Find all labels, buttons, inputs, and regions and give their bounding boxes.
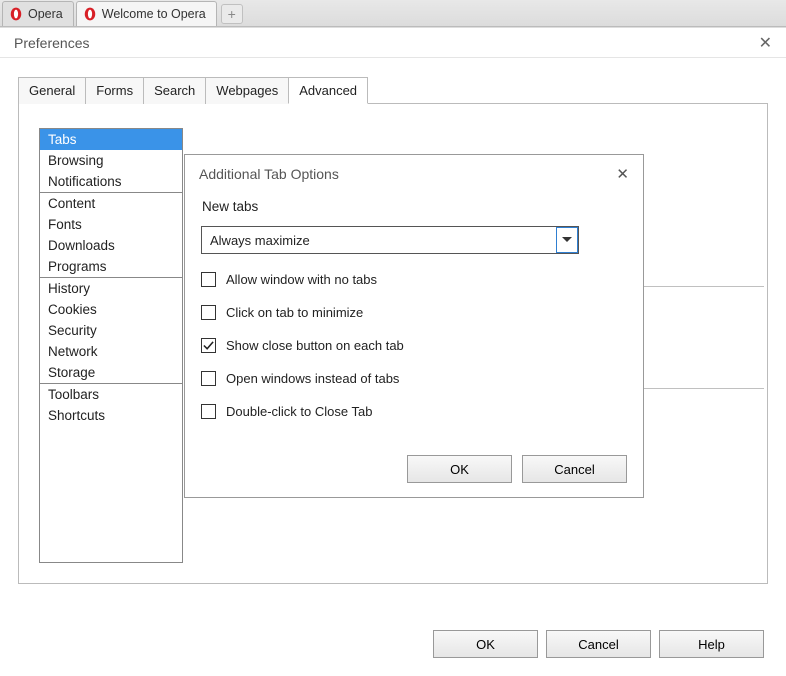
checkbox-label: Double-click to Close Tab [226,404,372,419]
dialog-footer: OK Cancel [185,449,643,497]
select-value: Always maximize [210,233,310,248]
sidebar-item-history[interactable]: History [40,278,182,299]
sidebar-item-label: Network [48,344,98,359]
new-tabs-select[interactable]: Always maximize [201,226,579,254]
close-icon[interactable]: ✕ [759,33,772,53]
button-label: Help [698,637,725,652]
checkbox-double-click-close[interactable] [201,404,216,419]
checkbox-label: Click on tab to minimize [226,305,363,320]
browser-tab-strip: Opera Welcome to Opera + [0,0,786,27]
sidebar-item-cookies[interactable]: Cookies [40,299,182,320]
prefs-footer: OK Cancel Help [433,630,764,658]
checkbox-label: Show close button on each tab [226,338,404,353]
dialog-header: Additional Tab Options ✕ [185,155,643,193]
additional-tab-options-dialog: Additional Tab Options ✕ New tabs Always… [184,154,644,498]
checkbox-row: Double-click to Close Tab [201,404,627,419]
preferences-window: Preferences ✕ General Forms Search Webpa… [0,27,786,676]
ok-button[interactable]: OK [433,630,538,658]
sidebar-item-label: Cookies [48,302,97,317]
sidebar-item-notifications[interactable]: Notifications [40,171,182,192]
button-label: OK [476,637,495,652]
help-button[interactable]: Help [659,630,764,658]
sidebar-item-downloads[interactable]: Downloads [40,235,182,256]
checkbox-show-close-button[interactable] [201,338,216,353]
checkbox-row: Click on tab to minimize [201,305,627,320]
checkbox-row: Open windows instead of tabs [201,371,627,386]
checkbox-label: Allow window with no tabs [226,272,377,287]
dialog-title: Additional Tab Options [199,166,339,182]
sidebar-item-fonts[interactable]: Fonts [40,214,182,235]
sidebar-item-label: Browsing [48,153,104,168]
opera-icon [83,7,97,21]
sidebar-item-network[interactable]: Network [40,341,182,362]
sidebar-item-storage[interactable]: Storage [40,362,182,383]
browser-tab-label: Opera [28,7,63,21]
sidebar-item-toolbars[interactable]: Toolbars [40,384,182,405]
tab-webpages[interactable]: Webpages [205,77,289,104]
sidebar-item-content[interactable]: Content [40,193,182,214]
sidebar-item-label: History [48,281,90,296]
checkbox-click-tab-minimize[interactable] [201,305,216,320]
close-icon[interactable]: ✕ [616,165,629,183]
tab-label: Forms [96,83,133,98]
sidebar-item-label: Storage [48,365,95,380]
cancel-button[interactable]: Cancel [546,630,651,658]
checkbox-allow-window-no-tabs[interactable] [201,272,216,287]
sidebar-item-label: Programs [48,259,107,274]
sidebar-item-programs[interactable]: Programs [40,256,182,277]
checkbox-label: Open windows instead of tabs [226,371,399,386]
opera-icon [9,7,23,21]
plus-icon: + [228,6,236,22]
sidebar-item-label: Toolbars [48,387,99,402]
sidebar-item-label: Downloads [48,238,115,253]
dialog-ok-button[interactable]: OK [407,455,512,483]
tab-advanced[interactable]: Advanced [288,77,368,104]
browser-tab-opera[interactable]: Opera [2,1,74,26]
tab-label: Search [154,83,195,98]
sidebar-item-label: Content [48,196,95,211]
tab-forms[interactable]: Forms [85,77,144,104]
browser-tab-welcome[interactable]: Welcome to Opera [76,1,217,26]
new-tab-button[interactable]: + [221,4,243,24]
button-label: Cancel [578,637,618,652]
sidebar-item-label: Fonts [48,217,82,232]
chevron-down-icon[interactable] [556,227,578,253]
button-label: Cancel [554,462,594,477]
sidebar-item-browsing[interactable]: Browsing [40,150,182,171]
advanced-side-list: Tabs Browsing Notifications Content Font… [39,128,183,563]
section-label: New tabs [202,199,627,214]
prefs-tabs: General Forms Search Webpages Advanced [18,76,768,104]
dialog-cancel-button[interactable]: Cancel [522,455,627,483]
tab-label: Webpages [216,83,278,98]
sidebar-item-security[interactable]: Security [40,320,182,341]
tab-general[interactable]: General [18,77,86,104]
sidebar-item-label: Shortcuts [48,408,105,423]
preferences-header: Preferences ✕ [0,28,786,58]
sidebar-item-label: Notifications [48,174,122,189]
sidebar-item-label: Tabs [48,132,77,147]
sidebar-item-shortcuts[interactable]: Shortcuts [40,405,182,426]
check-icon [203,340,214,351]
checkbox-row: Allow window with no tabs [201,272,627,287]
tab-label: Advanced [299,83,357,98]
tab-search[interactable]: Search [143,77,206,104]
preferences-title: Preferences [14,35,89,51]
sidebar-item-label: Security [48,323,97,338]
sidebar-item-tabs[interactable]: Tabs [40,129,182,150]
button-label: OK [450,462,469,477]
tab-label: General [29,83,75,98]
checkbox-row: Show close button on each tab [201,338,627,353]
browser-tab-label: Welcome to Opera [102,7,206,21]
checkbox-open-windows-instead[interactable] [201,371,216,386]
